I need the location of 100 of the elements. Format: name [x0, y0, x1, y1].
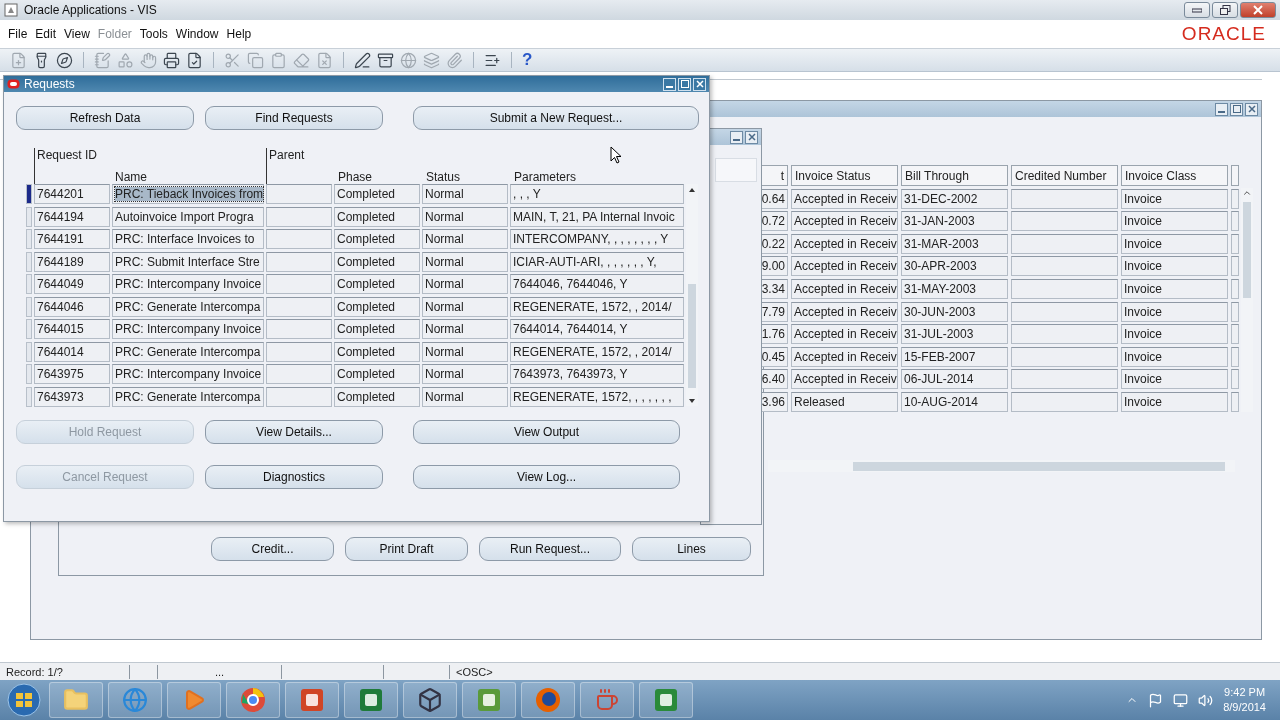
column-header: Parent — [269, 148, 306, 162]
table-cell: 7643975 — [34, 364, 110, 384]
table-cell: 7.79 — [760, 301, 788, 322]
table-cell: 9.00 — [760, 256, 788, 277]
mode-indicator: <OSC> — [455, 664, 494, 679]
table-cell: Completed — [334, 386, 420, 407]
menu-item[interactable]: Window — [173, 27, 225, 41]
table-cell: Completed — [334, 364, 420, 384]
action-button[interactable]: Run Request... — [479, 537, 621, 561]
table-cell: PRC: Intercompany Invoice — [112, 274, 264, 294]
table-cell: MAIN, T, 21, PA Internal Invoic — [510, 206, 684, 227]
table-cell: REGENERATE, 1572, , , , , , , — [510, 386, 684, 407]
table-cell: 31-DEC-2002 — [901, 188, 1008, 209]
table-cell: Accepted in Receiv — [791, 369, 898, 390]
table-cell: 7644049 — [34, 274, 110, 294]
menu-item[interactable]: Tools — [137, 27, 174, 41]
table-cell: Accepted in Receiv — [791, 233, 898, 254]
table-cell: Normal — [422, 319, 508, 339]
table-cell: 10-AUG-2014 — [901, 391, 1008, 412]
table-cell: Invoice — [1121, 188, 1228, 209]
table-cell: 0.22 — [760, 233, 788, 254]
table-cell: Invoice — [1121, 346, 1228, 367]
table-cell: Invoice — [1121, 369, 1228, 390]
help-button[interactable]: ? — [522, 50, 533, 70]
table-cell: INTERCOMPANY, , , , , , , , Y — [510, 229, 684, 249]
table-cell: Released — [791, 391, 898, 412]
table-cell: Invoice — [1121, 324, 1228, 345]
action-button[interactable]: Submit a New Request... — [413, 106, 699, 130]
table-cell: PRC: Interface Invoices to — [112, 229, 264, 249]
column-header: Status — [426, 170, 462, 184]
table-cell: ICIAR-AUTI-ARI, , , , , , , Y, — [510, 251, 684, 272]
table-cell: Completed — [334, 184, 420, 204]
table-cell: Accepted in Receiv — [791, 301, 898, 322]
table-cell: Completed — [334, 274, 420, 294]
table-cell: 7643973 — [34, 386, 110, 407]
table-cell: Accepted in Receiv — [791, 346, 898, 367]
action-button[interactable]: View Log... — [413, 464, 680, 489]
table-cell: 31-JAN-2003 — [901, 211, 1008, 232]
table-cell: 0.64 — [760, 188, 788, 209]
column-header: Invoice Status — [791, 165, 898, 186]
table-cell: Normal — [422, 341, 508, 362]
table-cell: 1.76 — [760, 324, 788, 345]
table-cell: 7644191 — [34, 229, 110, 249]
table-cell: Normal — [422, 251, 508, 272]
table-cell: 30-JUN-2003 — [901, 301, 1008, 322]
table-cell: 7643973, 7643973, Y — [510, 364, 684, 384]
table-cell: Completed — [334, 319, 420, 339]
clock[interactable]: 9:42 PM 8/9/2014 — [1223, 685, 1266, 715]
window-title: Oracle Applications - VIS — [24, 3, 157, 17]
table-cell: Invoice — [1121, 301, 1228, 322]
table-cell: PRC: Intercompany Invoice — [112, 364, 264, 384]
table-cell: 7644189 — [34, 251, 110, 272]
status-field: ... — [158, 664, 282, 679]
table-cell: 0.45 — [760, 346, 788, 367]
window-title: Requests — [24, 77, 75, 91]
table-cell: Invoice — [1121, 211, 1228, 232]
table-cell: PRC: Submit Interface Stre — [112, 251, 264, 272]
column-header: Name — [114, 170, 148, 184]
table-cell: 7644201 — [34, 184, 110, 204]
action-button[interactable]: Print Draft — [345, 537, 468, 561]
table-cell: 30-APR-2003 — [901, 256, 1008, 277]
column-header: Bill Through — [901, 165, 1008, 186]
action-button[interactable]: Find Requests — [205, 106, 383, 130]
table-cell: Accepted in Receiv — [791, 256, 898, 277]
table-cell: 7644046 — [34, 296, 110, 317]
table-cell: PRC: Generate Intercompa — [112, 386, 264, 407]
table-cell: Invoice — [1121, 391, 1228, 412]
action-button[interactable]: Diagnostics — [205, 464, 383, 489]
action-button[interactable]: View Details... — [205, 419, 383, 444]
table-cell: 7644015 — [34, 319, 110, 339]
table-cell: Normal — [422, 206, 508, 227]
table-cell: 7644194 — [34, 206, 110, 227]
menu-item[interactable]: View — [62, 27, 96, 41]
record-count: Record: 1/? — [0, 664, 130, 679]
column-header: Phase — [338, 170, 374, 184]
menu-item[interactable]: Help — [224, 27, 258, 41]
column-header: t — [760, 165, 788, 186]
action-button[interactable]: Refresh Data — [16, 106, 194, 130]
logo: ORACLE — [1181, 23, 1266, 45]
menu-item[interactable]: Edit — [33, 27, 63, 41]
table-cell: 31-MAR-2003 — [901, 233, 1008, 254]
table-cell: Accepted in Receiv — [791, 278, 898, 299]
column-header: Credited Number — [1011, 165, 1118, 186]
action-button[interactable]: Lines — [632, 537, 751, 561]
table-cell: 7644014, 7644014, Y — [510, 319, 684, 339]
table-cell: PRC: Tieback Invoices from — [112, 184, 264, 204]
table-cell: Invoice — [1121, 233, 1228, 254]
action-button[interactable]: View Output — [413, 419, 680, 444]
table-cell: REGENERATE, 1572, , 2014/ — [510, 296, 684, 317]
table-cell: REGENERATE, 1572, , 2014/ — [510, 341, 684, 362]
table-cell: Normal — [422, 296, 508, 317]
table-cell: Completed — [334, 341, 420, 362]
column-header: Parameters — [514, 170, 578, 184]
table-cell: Accepted in Receiv — [791, 324, 898, 345]
table-cell: Normal — [422, 386, 508, 407]
table-cell: Accepted in Receiv — [791, 188, 898, 209]
action-button[interactable]: Credit... — [211, 537, 334, 561]
table-cell: Invoice — [1121, 278, 1228, 299]
table-cell: Invoice — [1121, 256, 1228, 277]
menu-item[interactable]: File — [6, 27, 34, 41]
